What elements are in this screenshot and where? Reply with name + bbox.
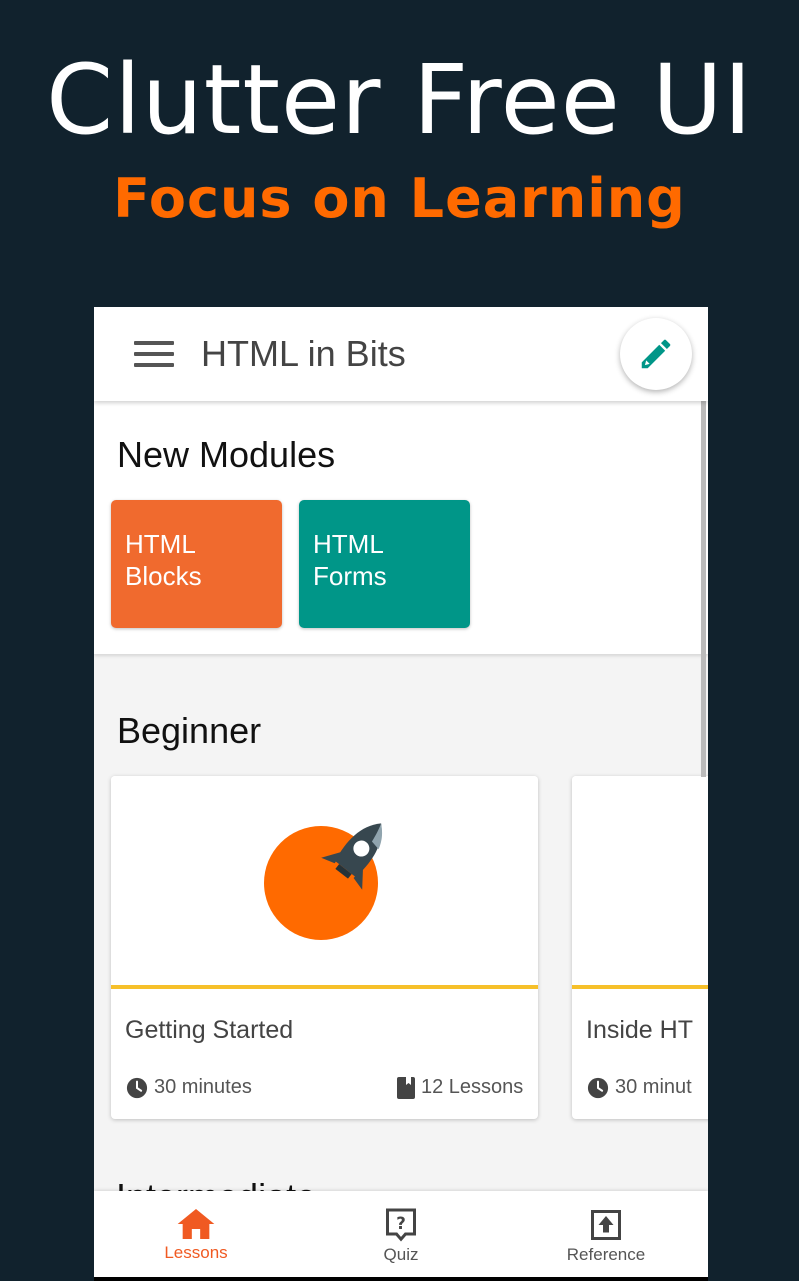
promo-subtitle: Focus on Learning	[113, 167, 686, 230]
nav-reference[interactable]: Reference	[516, 1191, 696, 1277]
bottom-navigation: Lessons ? Quiz Reference	[94, 1191, 708, 1277]
card-title: Inside HT	[586, 1016, 693, 1044]
card-hero	[572, 776, 708, 987]
hamburger-menu-icon[interactable]	[134, 341, 174, 367]
card-title: Getting Started	[125, 1016, 294, 1044]
clock-icon	[126, 1077, 148, 1098]
svg-text:?: ?	[396, 1214, 406, 1233]
promo-title: Clutter Free UI	[46, 44, 753, 156]
app-bar: HTML in Bits	[94, 307, 708, 401]
course-card-getting-started[interactable]: Getting Started 30 minutes 12 Lessons	[111, 776, 538, 1119]
new-modules-heading: New Modules	[117, 434, 336, 475]
card-divider	[111, 985, 538, 989]
module-tile-label: Blocks	[125, 561, 202, 591]
home-icon	[177, 1209, 215, 1239]
module-tile-label: Forms	[313, 561, 387, 591]
nav-label: Quiz	[383, 1245, 419, 1264]
phone-screen: HTML in Bits New Modules HTML Blocks HTM…	[94, 307, 708, 1277]
nav-label: Reference	[566, 1245, 646, 1264]
module-tile-html-blocks[interactable]: HTML Blocks	[111, 500, 282, 628]
new-modules-section: New Modules HTML Blocks HTML Forms	[94, 401, 708, 654]
clock-icon	[587, 1077, 609, 1098]
card-duration-text: 30 minut	[615, 1076, 692, 1098]
course-card-inside-html[interactable]: Inside HT 30 minut	[572, 776, 708, 1119]
nav-quiz[interactable]: ? Quiz	[311, 1191, 491, 1277]
card-duration: 30 minut	[587, 1076, 692, 1099]
card-lesson-count: 12 Lessons	[397, 1076, 523, 1099]
app-title: HTML in Bits	[201, 333, 406, 374]
reference-icon	[591, 1210, 621, 1240]
module-tile-label: HTML	[313, 529, 384, 559]
device-bottom-edge	[94, 1277, 708, 1281]
card-hero	[111, 776, 538, 987]
nav-lessons[interactable]: Lessons	[106, 1191, 286, 1277]
scrollbar[interactable]	[701, 401, 706, 777]
quiz-icon: ?	[386, 1208, 416, 1242]
card-duration-text: 30 minutes	[154, 1076, 252, 1098]
book-icon	[397, 1076, 415, 1099]
module-tile-html-forms[interactable]: HTML Forms	[299, 500, 470, 628]
nav-label: Lessons	[164, 1243, 228, 1262]
beginner-heading: Beginner	[117, 710, 262, 751]
card-lesson-count-text: 12 Lessons	[421, 1076, 524, 1098]
module-tile-label: HTML	[125, 529, 196, 559]
edit-button[interactable]	[620, 318, 692, 390]
card-duration: 30 minutes	[126, 1076, 252, 1099]
card-divider	[572, 985, 708, 989]
pencil-icon	[641, 339, 671, 369]
rocket-icon	[264, 823, 383, 940]
